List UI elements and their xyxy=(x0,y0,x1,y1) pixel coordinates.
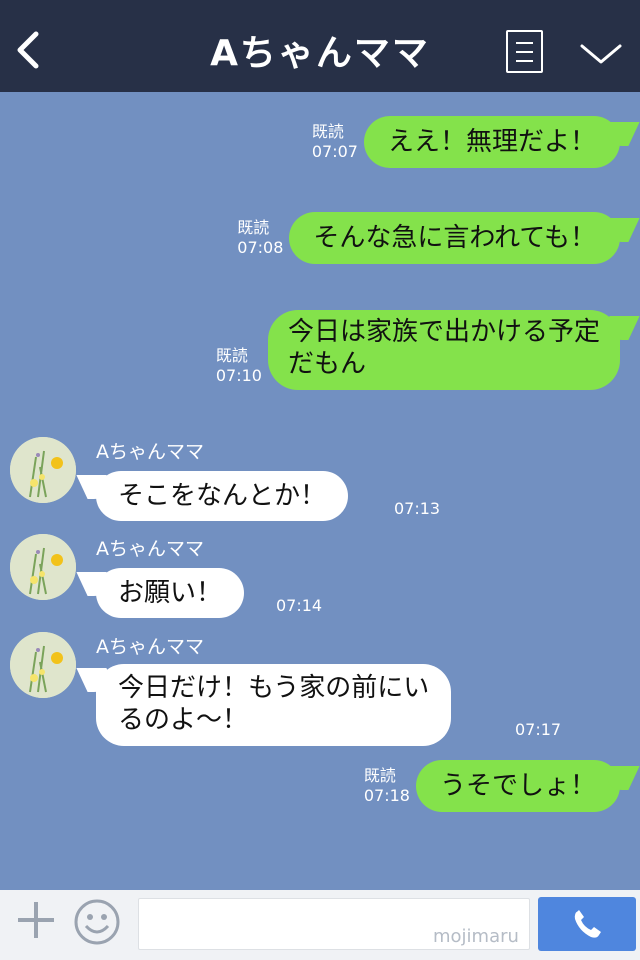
call-button[interactable] xyxy=(538,897,636,951)
message-bubble[interactable]: 今日だけ！もう家の前にい るのよ〜！ xyxy=(96,664,452,746)
avatar-flower-icon xyxy=(10,534,76,600)
message-time: 07:13 xyxy=(394,499,441,518)
chat-header: Aちゃんママ xyxy=(0,0,640,92)
list-icon-line xyxy=(516,51,533,53)
message-text: るのよ〜！ xyxy=(118,705,249,735)
back-button[interactable] xyxy=(12,26,48,74)
message-received: Aちゃんママ そこをなんとか！ 07:13 xyxy=(0,437,640,527)
message-bubble[interactable]: ええ！無理だよ！ xyxy=(363,116,620,168)
message-sent: 既読 07:08 そんな急に言われても！ xyxy=(237,212,620,264)
add-button[interactable] xyxy=(14,898,58,942)
message-time: 07:10 xyxy=(215,366,262,385)
message-sent: 既読 07:18 うそでしょ！ xyxy=(364,760,620,812)
avatar[interactable] xyxy=(10,534,76,600)
list-icon xyxy=(516,42,533,44)
message-meta: 既読 07:08 xyxy=(237,218,283,258)
message-bubble[interactable]: そこをなんとか！ xyxy=(96,471,349,521)
message-meta: 既読 07:10 xyxy=(216,346,262,386)
avatar[interactable] xyxy=(10,437,76,503)
avatar[interactable] xyxy=(10,632,76,698)
message-input[interactable] xyxy=(139,899,529,949)
read-receipt: 既読 xyxy=(311,122,344,141)
chevron-left-icon xyxy=(17,31,39,69)
message-text: うそでしょ！ xyxy=(439,771,596,801)
avatar-flower-icon xyxy=(10,632,76,698)
message-bubble[interactable]: うそでしょ！ xyxy=(415,760,620,812)
message-meta: 既読 07:18 xyxy=(364,766,410,806)
avatar-flower-icon xyxy=(10,437,76,503)
message-time: 07:18 xyxy=(363,786,410,805)
message-bubble[interactable]: お願い！ xyxy=(96,568,245,618)
message-received: Aちゃんママ 今日だけ！もう家の前にい るのよ〜！ 07:17 xyxy=(0,632,640,762)
message-list[interactable]: 既読 07:07 ええ！無理だよ！ 既読 07:08 そんな急に言われても！ 既… xyxy=(0,92,640,890)
list-icon-line xyxy=(516,60,533,62)
message-text: そこをなんとか！ xyxy=(118,481,327,511)
message-time: 07:14 xyxy=(276,596,323,615)
message-sent: 既読 07:07 ええ！無理だよ！ xyxy=(312,116,620,168)
sender-name: Aちゃんママ xyxy=(96,636,204,658)
message-time: 07:08 xyxy=(237,238,284,257)
smiley-icon xyxy=(74,899,120,945)
message-text: お願い！ xyxy=(118,578,223,608)
message-text: ええ！無理だよ！ xyxy=(387,127,596,157)
message-time: 07:17 xyxy=(515,720,562,739)
read-receipt: 既読 xyxy=(215,346,248,365)
message-received: Aちゃんママ お願い！ 07:14 xyxy=(0,534,640,624)
message-text: 今日だけ！もう家の前にい xyxy=(118,673,430,703)
chevron-down-icon xyxy=(580,44,622,64)
menu-button[interactable] xyxy=(506,30,543,73)
message-text: だもん xyxy=(287,349,366,379)
message-sent: 既読 07:10 今日は家族で出かける予定 だもん xyxy=(216,310,620,390)
sender-name: Aちゃんママ xyxy=(96,441,204,463)
message-text: そんな急に言われても！ xyxy=(313,223,596,253)
emoji-button[interactable] xyxy=(73,898,121,946)
plus-icon xyxy=(18,902,54,938)
message-input-box[interactable] xyxy=(138,898,530,950)
read-receipt: 既読 xyxy=(237,218,270,237)
message-meta: 既読 07:07 xyxy=(312,122,358,162)
message-text: 今日は家族で出かける予定 xyxy=(287,317,600,347)
message-bubble[interactable]: 今日は家族で出かける予定 だもん xyxy=(267,310,620,390)
message-time: 07:07 xyxy=(311,142,358,161)
phone-icon xyxy=(574,910,601,938)
read-receipt: 既読 xyxy=(363,766,396,785)
chat-title: Aちゃんママ xyxy=(210,33,430,74)
more-button[interactable] xyxy=(578,40,624,68)
message-bubble[interactable]: そんな急に言われても！ xyxy=(289,212,620,264)
sender-name: Aちゃんママ xyxy=(96,538,204,560)
